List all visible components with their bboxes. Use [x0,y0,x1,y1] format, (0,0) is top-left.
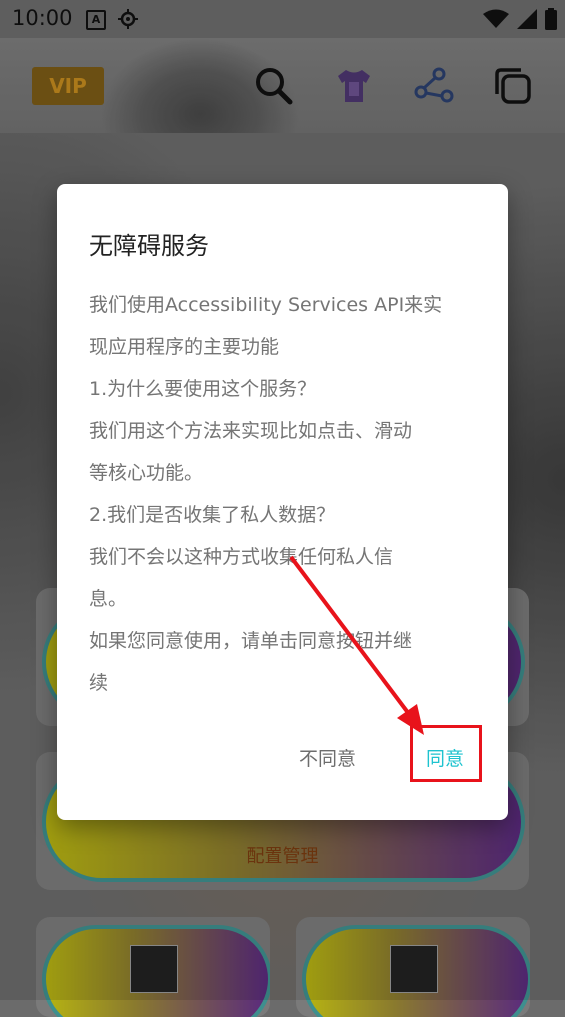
dialog-line: 等核心功能。 [89,462,204,484]
disagree-button[interactable]: 不同意 [299,744,356,771]
dialog-line: 现应用程序的主要功能 [89,336,280,358]
dialog-line: 我们使用Accessibility Services API来实 [89,294,443,316]
dialog-message: 我们使用Accessibility Services API来实 现应用程序的主… [89,284,481,704]
dialog-line: 续 [89,672,109,694]
dialog-line: 我们用这个方法来实现比如点击、滑动 [89,420,413,442]
dialog-line: 如果您同意使用，请单击同意按钮并继 [89,630,413,652]
dialog-line: 1.为什么要使用这个服务？ [89,378,317,400]
dialog-line: 息。 [89,588,128,610]
dialog-line: 2.我们是否收集了私人数据？ [89,504,336,526]
dialog-title: 无障碍服务 [89,232,209,260]
highlight-box [410,725,482,782]
dialog-line: 我们不会以这种方式收集任何私人信 [89,546,394,568]
